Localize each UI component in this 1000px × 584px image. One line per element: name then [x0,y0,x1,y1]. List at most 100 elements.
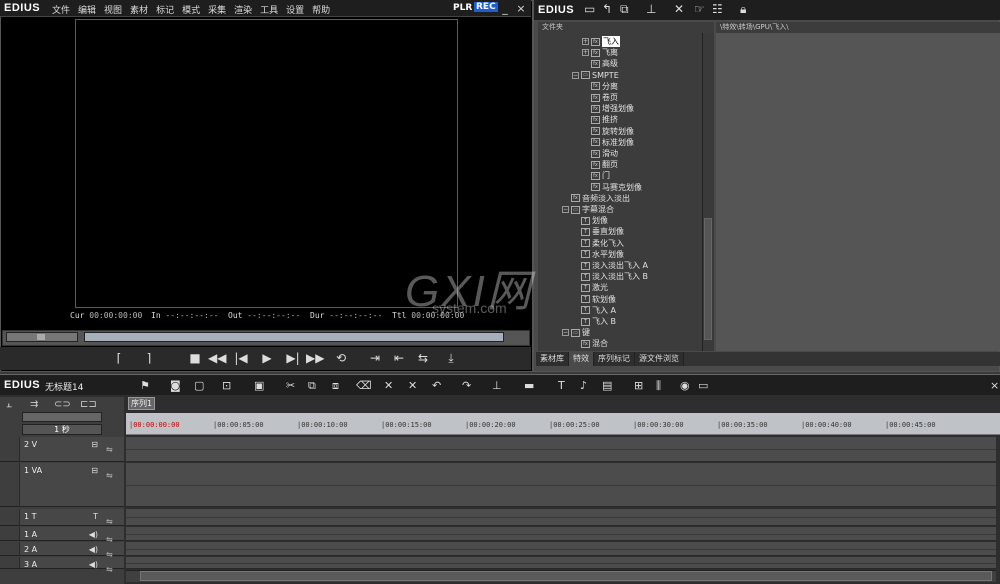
new-folder-icon[interactable]: ⧉ [620,2,629,17]
transition-icon[interactable]: ▬ [524,379,534,392]
expand-icon[interactable]: + [582,38,589,45]
fast-forward-icon[interactable]: ▶▶ [306,350,324,366]
lock-icon[interactable]: 🔒︎ [740,2,746,17]
paste-icon[interactable]: ⧈ [332,379,339,393]
open-project-icon[interactable]: ⊡ [222,379,231,392]
tree-item[interactable]: fx 音频淡入淡出 [562,193,630,204]
export-icon[interactable]: ⤓ [442,350,460,366]
set-out-icon[interactable]: ⌉ [140,350,158,366]
apply-effect-icon[interactable]: ⊥ [646,2,656,16]
add-marker-icon[interactable]: ⊥ [492,379,502,392]
speaker-icon[interactable]: ◀) [89,530,98,539]
mixer-icon[interactable]: ⫼ [656,379,661,393]
tab-bin[interactable]: 素材库 [536,352,569,366]
copy-icon[interactable]: ⧉ [308,379,316,393]
undo-icon[interactable]: ↶ [432,379,441,392]
track-lane[interactable] [126,463,996,507]
set-in-icon[interactable]: ⌈ [110,350,128,366]
menu-mode[interactable]: 模式 [182,3,200,16]
menu-tools[interactable]: 工具 [260,3,278,16]
tree-item[interactable]: T 柔化飞入 [572,238,624,249]
track-header[interactable]: 2 V ⊟ ⇋ [0,437,124,462]
close-button[interactable]: × [515,2,527,15]
track-patch[interactable] [0,463,20,506]
replace-icon[interactable]: ⇆ [414,350,432,366]
save-icon[interactable]: ▣ [254,379,264,392]
title-track-icon[interactable]: T [93,512,98,521]
tree-item[interactable]: T 淡入淡出飞入 B [572,271,648,282]
stop-icon[interactable]: ■ [186,350,204,366]
track-lane[interactable] [126,527,996,541]
video-track-icon[interactable]: ⊟ [91,466,98,475]
menu-edit[interactable]: 编辑 [78,3,96,16]
tree-item[interactable]: T 软划像 [572,294,616,305]
collapse-icon[interactable]: − [562,206,569,213]
tree-item[interactable]: fx 卷页 [582,92,618,103]
track-header[interactable]: 3 A ◀) ⇋ [0,557,124,574]
tree-item[interactable]: T 激光 [572,282,608,293]
color-bar-icon[interactable]: ▤ [602,379,612,392]
layout-icon[interactable]: ▭ [698,379,708,392]
speaker-icon[interactable]: ◀) [89,545,98,554]
track-header[interactable]: 1 A ◀) ⇋ [0,527,124,544]
folder-icon[interactable]: ▭ [584,2,595,16]
plr-mode-button[interactable]: PLR [453,3,472,13]
tree-item[interactable]: T 划像 [572,215,608,226]
tab-sequence-marker[interactable]: 序列标记 [594,352,635,366]
loop-icon[interactable]: ⟲ [332,350,350,366]
view-mode-icon[interactable]: ☷ [712,2,723,16]
timeline-scrollbar-thumb[interactable] [140,571,992,581]
title-icon[interactable]: T [558,379,565,392]
expand-icon[interactable]: + [582,49,589,57]
ripple-delete-icon[interactable]: ✕ [384,379,393,392]
shuttle-slider[interactable] [6,332,78,342]
track-layout-icon[interactable]: ⫠ [6,399,12,410]
link-icon[interactable]: ⊂⊃ [54,399,71,410]
zoom-slider[interactable] [22,412,102,422]
sync-lock-icon[interactable]: ⇋ [106,565,113,574]
menu-clip[interactable]: 素材 [130,3,148,16]
menu-help[interactable]: 帮助 [312,3,330,16]
tree-item[interactable]: T 垂直划像 [572,226,624,237]
step-back-icon[interactable]: |◀ [232,350,250,366]
render-icon[interactable]: ◉ [680,379,690,392]
track-lane[interactable] [126,509,996,526]
tree-item[interactable]: fx 滑动 [582,148,618,159]
tab-effects[interactable]: 特效 [569,352,594,366]
effect-content-area[interactable] [716,33,1000,351]
track-lane[interactable] [126,557,996,569]
tree-item[interactable]: fx 混合 [572,338,608,349]
track-patch[interactable] [0,557,20,568]
track-header[interactable]: 1 T T ⇋ [0,509,124,526]
insert-icon[interactable]: ⇥ [366,350,384,366]
menu-marker[interactable]: 标记 [156,3,174,16]
rec-mode-button[interactable]: REC [474,2,498,12]
up-folder-icon[interactable]: ↰ [602,2,612,16]
menu-settings[interactable]: 设置 [286,3,304,16]
camera-icon[interactable]: ◙ [170,379,181,392]
tree-item[interactable]: fx 分离 [582,81,618,92]
speaker-icon[interactable]: ◀) [89,560,98,569]
properties-icon[interactable]: ☞ [694,2,705,16]
tree-item[interactable]: fx 马赛克划像 [582,182,642,193]
track-patch[interactable] [0,437,20,461]
track-patch[interactable] [0,509,20,525]
mode-icon[interactable]: ⚑ [140,379,150,392]
tree-item[interactable]: − ▭ 字幕混合 [562,204,614,215]
play-icon[interactable]: ▶ [258,350,276,366]
group-icon[interactable]: ⊏⊐ [80,399,97,410]
menu-file[interactable]: 文件 [52,3,70,16]
step-forward-icon[interactable]: ▶| [284,350,302,366]
tree-item[interactable]: fx 高级 [582,58,618,69]
track-header[interactable]: 2 A ◀) ⇋ [0,542,124,559]
sync-lock-icon[interactable]: ⇋ [106,471,113,480]
tree-item[interactable]: + fx 飞入 [582,36,620,47]
microphone-icon[interactable]: ♪ [580,379,587,392]
sequence-tab[interactable]: 序列1 [128,397,155,410]
position-slider[interactable] [84,332,504,342]
track-patch[interactable] [0,527,20,540]
new-sequence-icon[interactable]: ▢ [194,379,204,392]
tree-item[interactable]: − ▭ SMPTE [572,70,619,81]
rewind-icon[interactable]: ◀◀ [208,350,226,366]
sync-icon[interactable]: ⇉ [30,399,38,410]
